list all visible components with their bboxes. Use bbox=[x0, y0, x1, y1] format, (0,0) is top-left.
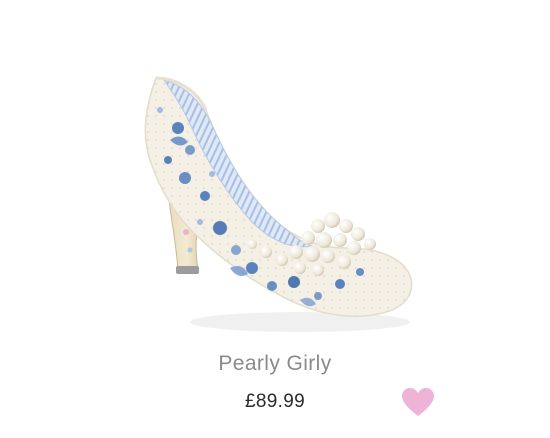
product-card[interactable]: Pearly Girly £89.99 bbox=[0, 0, 550, 438]
product-name[interactable]: Pearly Girly bbox=[0, 352, 550, 376]
wishlist-button[interactable] bbox=[400, 386, 436, 418]
heart-icon bbox=[402, 388, 434, 416]
heel-tip bbox=[176, 266, 199, 274]
product-price: £89.99 bbox=[245, 391, 305, 412]
product-image[interactable] bbox=[0, 0, 550, 345]
